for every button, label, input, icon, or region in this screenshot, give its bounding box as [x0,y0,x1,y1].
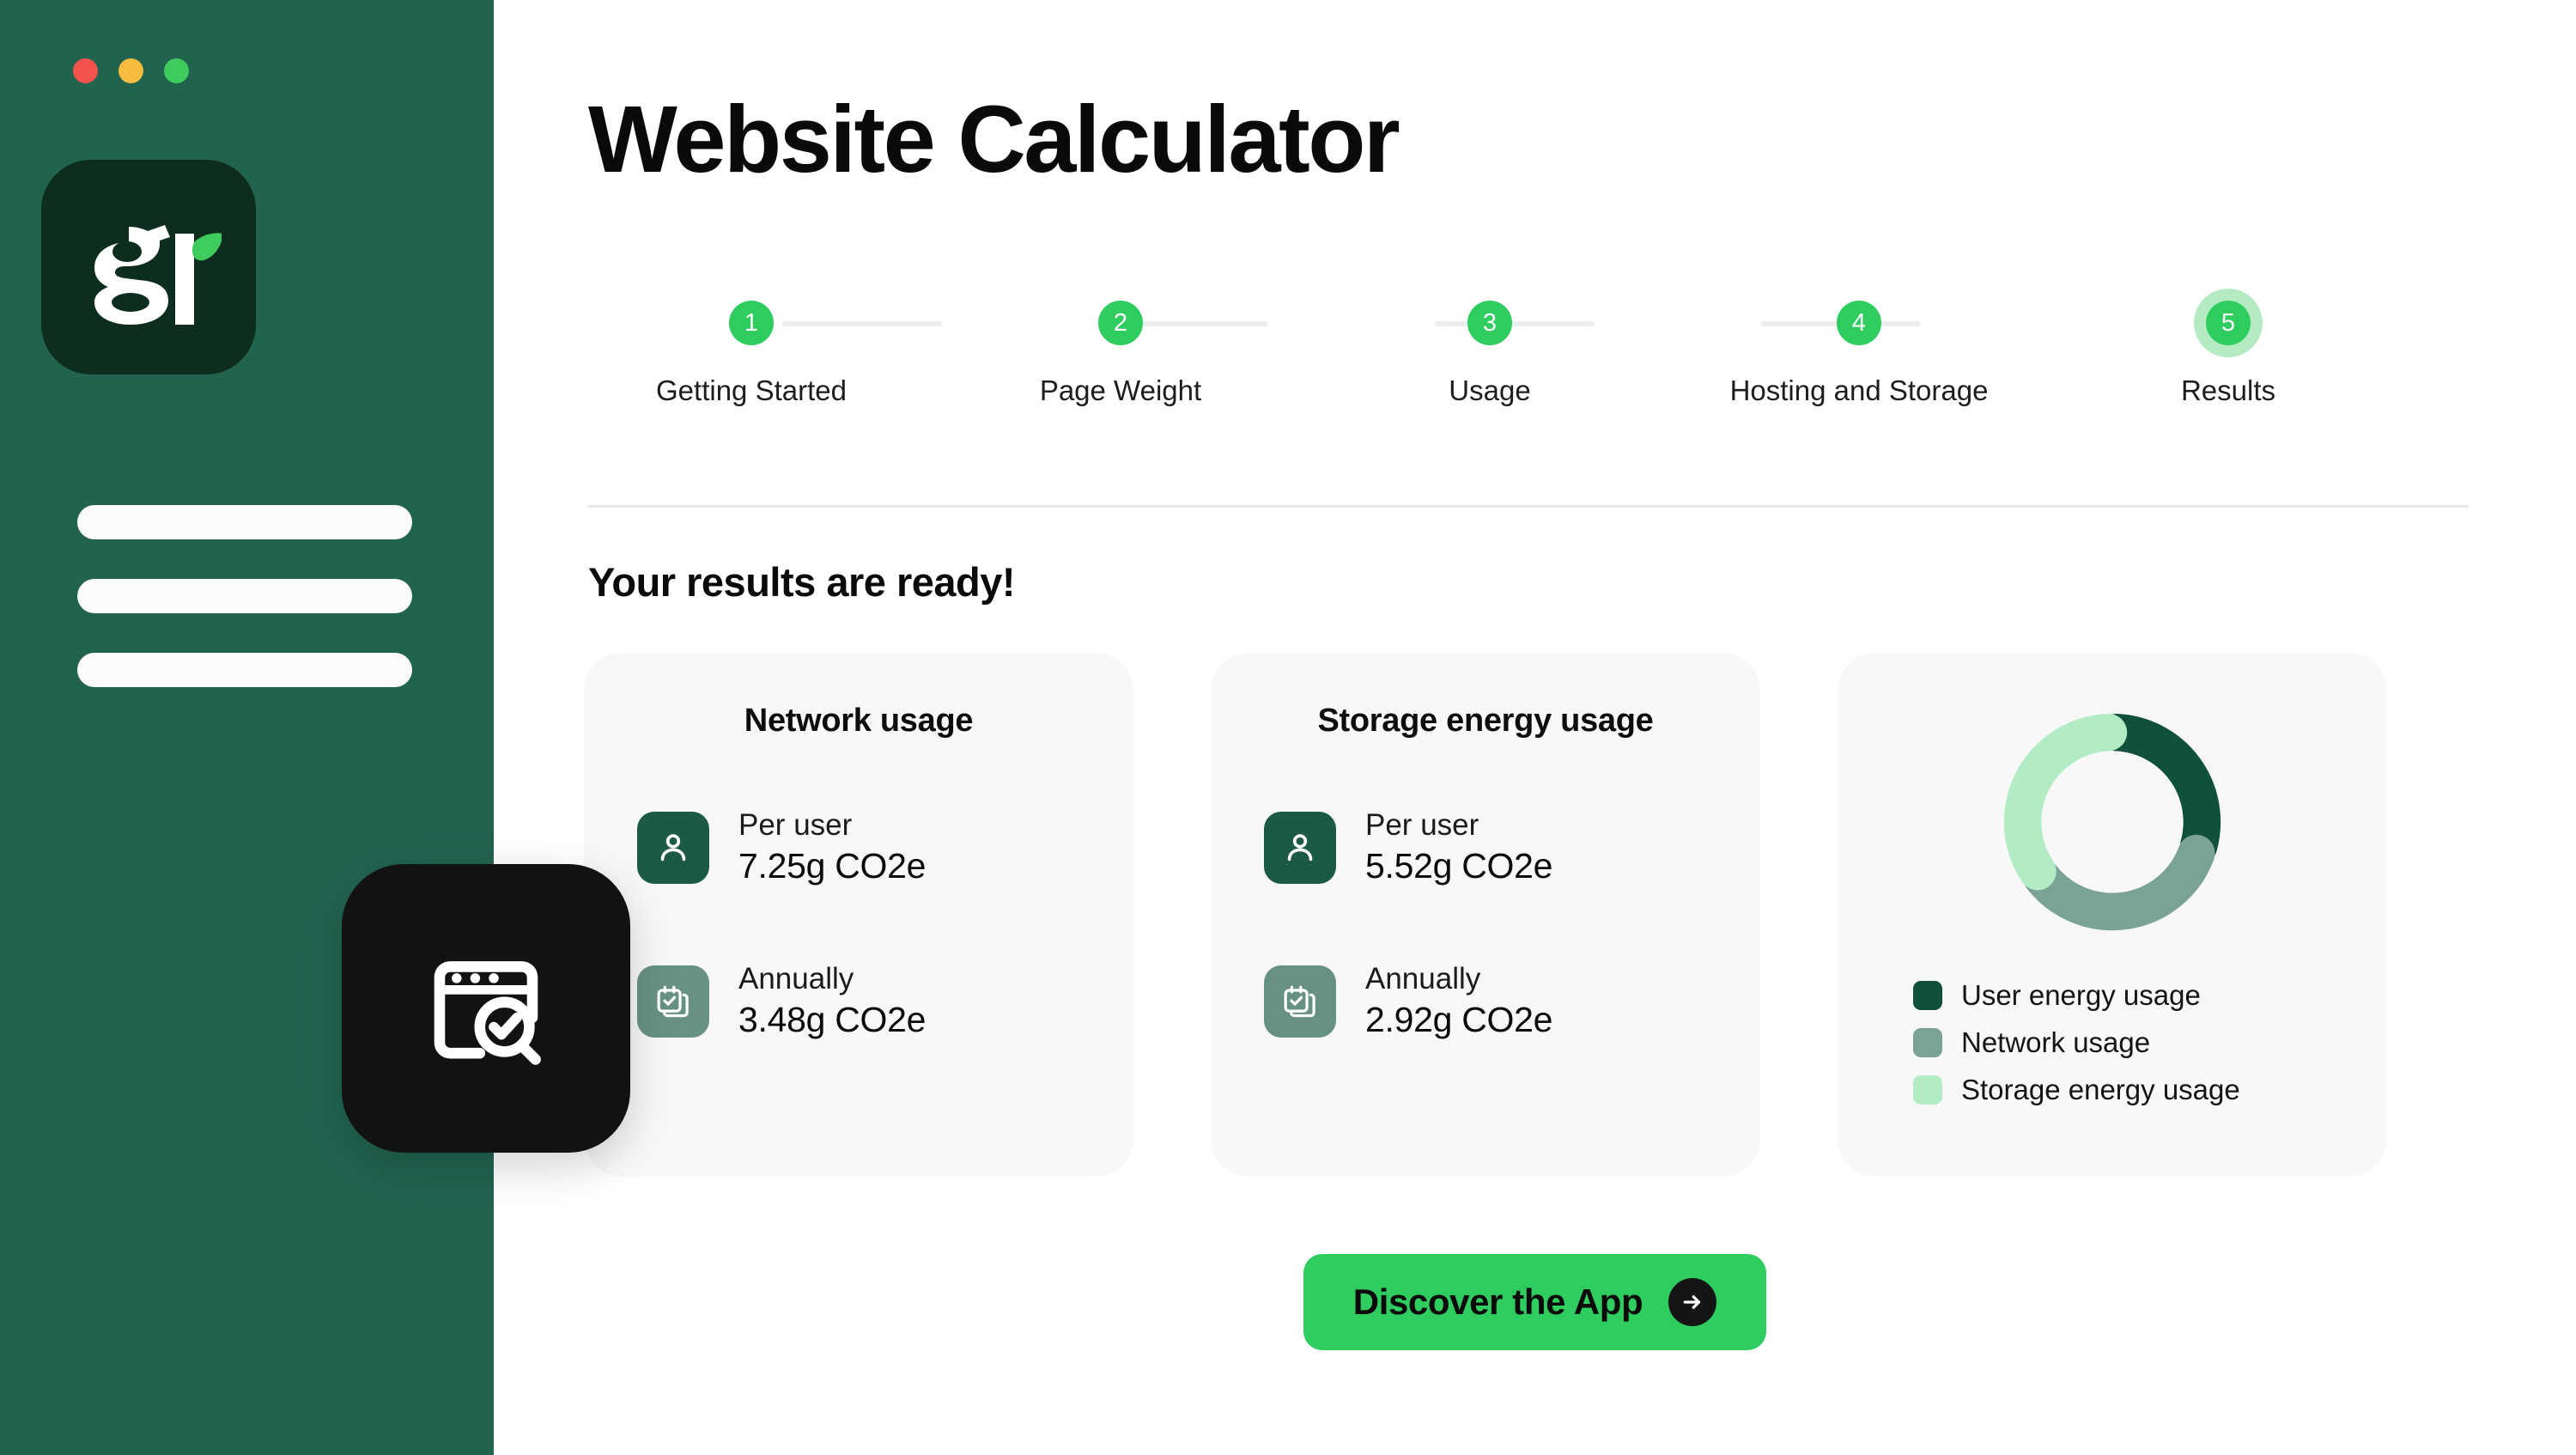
stepper-row: 1 Getting Started 2 Page Weight 3 Usage [588,292,2391,407]
legend-label: User energy usage [1961,979,2201,1011]
sidebar-nav-placeholder-3[interactable] [77,653,412,687]
page-title: Website Calculator [588,87,1400,192]
stepper-bubble-5: 5 [2206,301,2251,345]
metric-text: Annually 2.92g CO2e [1365,960,1552,1042]
metric-row: Per user 5.52g CO2e [1264,807,1707,888]
results-heading: Your results are ready! [588,559,1016,605]
metric-text: Per user 5.52g CO2e [1365,807,1552,888]
person-glyph [1287,833,1313,861]
metric-label: Per user [738,808,853,842]
person-icon [637,811,709,884]
metric-value: 3.48g CO2e [738,999,927,1039]
legend-item: User energy usage [1913,979,2240,1012]
card-metrics: Per user 5.52g CO2e Annually 2.92g CO2e [1264,807,1707,1042]
card-title: Network usage [744,703,974,739]
minimize-window-button[interactable] [118,58,143,83]
metric-label: Annually [738,962,854,995]
metric-label: Per user [1365,808,1479,842]
stepper-bubble-wrap-3: 3 [1467,292,1512,354]
metric-value: 7.25g CO2e [738,845,927,886]
metric-text: Annually 3.48g CO2e [738,960,926,1042]
metric-text: Per user 7.25g CO2e [738,807,926,888]
energy-breakdown-donut-chart [1988,697,2237,947]
stepper-step-1[interactable]: 1 Getting Started [588,292,914,407]
cta-container: Discover the App [494,1254,2576,1350]
discover-the-app-button[interactable]: Discover the App [1303,1254,1767,1350]
stepper-label-5: Results [2180,374,2276,406]
card-metrics: Per user 7.25g CO2e Annually 3.48g CO2e [637,807,1080,1042]
arrow-right-icon [1668,1278,1717,1326]
legend-label: Storage energy usage [1961,1074,2240,1105]
metric-row: Annually 3.48g CO2e [637,960,1080,1042]
person-glyph [660,833,686,861]
results-card-storage-energy-usage: Storage energy usage Per user 5.52g CO2e [1211,653,1760,1177]
sidebar-nav-placeholder-2[interactable] [77,579,412,613]
maximize-window-button[interactable] [164,58,189,83]
stepper-label-3: Usage [1449,374,1531,406]
donut-segment-2 [2003,713,2128,891]
stepper-bubble-4: 4 [1837,301,1881,345]
stepper-label-2: Page Weight [1039,374,1202,406]
progress-stepper: 1 Getting Started 2 Page Weight 3 Usage [588,292,2391,429]
legend-swatch-network-usage [1913,1028,1942,1057]
metric-row: Annually 2.92g CO2e [1264,960,1707,1042]
results-cards: Network usage Per user 7.25g CO2e Annual… [584,653,2387,1177]
sidebar [0,0,630,1455]
donut-segment-1 [2023,834,2215,931]
stepper-step-4[interactable]: 4 Hosting and Storage [1696,292,2022,407]
calendar-check-icon [1264,965,1336,1038]
legend-swatch-user-energy-usage [1913,981,1942,1010]
main-content: Website Calculator 1 Getting Started 2 P… [494,0,2576,1455]
website-audit-icon [434,961,541,1065]
window-traffic-lights [73,58,189,83]
metric-value: 2.92g CO2e [1365,999,1553,1039]
stepper-label-1: Getting Started [656,374,847,406]
results-card-energy-breakdown-chart: User energy usage Network usage Storage … [1838,653,2387,1177]
section-divider [588,505,2469,508]
card-title: Storage energy usage [1317,703,1654,739]
donut-svg [2003,713,2221,931]
stepper-step-2[interactable]: 2 Page Weight [957,292,1284,407]
metric-row: Per user 7.25g CO2e [637,807,1080,888]
gr-logo-icon [94,225,222,325]
stepper-bubble-wrap-5: 5 [2206,292,2251,354]
stepper-bubble-wrap-2: 2 [1098,292,1143,354]
stepper-bubble-1: 1 [729,301,774,345]
arrow-right-glyph [1683,1295,1701,1309]
calendar-check-glyph [1284,985,1315,1017]
metric-label: Annually [1365,962,1481,995]
donut-segment-0 [2097,713,2221,865]
brand-logo-tile[interactable] [41,160,256,374]
cta-label: Discover the App [1352,1281,1643,1322]
stepper-bubble-wrap-1: 1 [729,292,774,354]
stepper-connector-3-4 [1435,321,1595,326]
stepper-step-3[interactable]: 3 Usage [1327,292,1653,407]
legend-item: Storage energy usage [1913,1074,2240,1106]
stepper-bubble-wrap-4: 4 [1837,292,1881,354]
stepper-step-5[interactable]: 5 Results [2065,292,2391,407]
legend-item: Network usage [1913,1026,2240,1059]
calendar-check-glyph [657,985,689,1017]
results-card-network-usage: Network usage Per user 7.25g CO2e Annual… [584,653,1133,1177]
legend-swatch-storage-energy-usage [1913,1075,1942,1105]
app-root: Website Calculator 1 Getting Started 2 P… [0,0,2576,1455]
metric-value: 5.52g CO2e [1365,845,1553,886]
stepper-label-4: Hosting and Storage [1729,374,1989,406]
stepper-bubble-2: 2 [1098,301,1143,345]
close-window-button[interactable] [73,58,98,83]
app-icon-tile[interactable] [342,864,630,1153]
stepper-connector-1-2 [782,321,942,326]
stepper-bubble-3: 3 [1467,301,1512,345]
sidebar-nav-placeholders [77,505,412,687]
chart-legend: User energy usage Network usage Storage … [1913,979,2240,1106]
person-icon [1264,811,1336,884]
calendar-check-icon [637,965,709,1038]
sidebar-nav-placeholder-1[interactable] [77,505,412,539]
legend-label: Network usage [1961,1026,2151,1058]
